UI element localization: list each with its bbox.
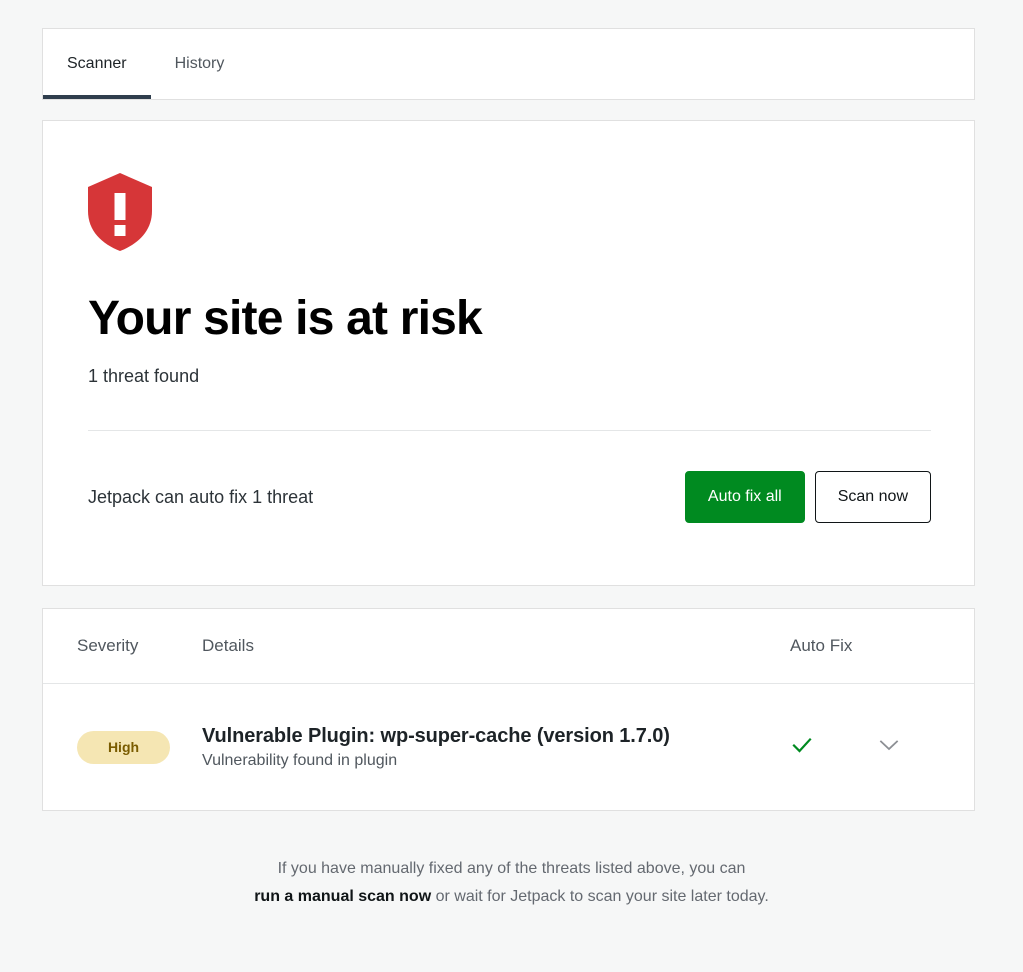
threats-table-header: Severity Details Auto Fix	[43, 609, 974, 684]
threats-table: Severity Details Auto Fix High Vulnerabl…	[42, 608, 975, 811]
action-row: Jetpack can auto fix 1 threat Auto fix a…	[88, 471, 931, 524]
manual-scan-footer: If you have manually fixed any of the th…	[0, 855, 1023, 912]
auto-fix-availability-text: Jetpack can auto fix 1 threat	[88, 486, 314, 507]
footer-line-2-suffix: or wait for Jetpack to scan your site la…	[431, 888, 769, 906]
scanner-page: Scanner History Your site is at risk 1 t…	[0, 0, 1023, 972]
table-row[interactable]: High Vulnerable Plugin: wp-super-cache (…	[43, 684, 974, 810]
threat-description: Vulnerability found in plugin	[202, 751, 398, 769]
tab-scanner-label: Scanner	[67, 55, 127, 72]
chevron-down-icon[interactable]	[876, 732, 902, 763]
threat-auto-fix-cell	[790, 732, 940, 763]
column-header-severity: Severity	[77, 636, 139, 655]
threat-severity-cell: High	[77, 730, 202, 764]
shield-alert-icon	[88, 173, 152, 251]
threat-count-text: 1 threat found	[88, 365, 200, 386]
action-buttons: Auto fix all Scan now	[684, 471, 931, 524]
check-icon	[790, 733, 814, 762]
tab-bar: Scanner History	[42, 28, 975, 100]
scan-now-button[interactable]: Scan now	[814, 471, 931, 524]
threat-title: Vulnerable Plugin: wp-super-cache (versi…	[202, 724, 670, 747]
threat-details-cell: Vulnerable Plugin: wp-super-cache (versi…	[202, 725, 790, 770]
scan-status-card: Your site is at risk 1 threat found Jetp…	[42, 120, 975, 586]
divider	[88, 430, 931, 432]
column-header-details: Details	[202, 636, 254, 655]
status-badge: High	[77, 730, 170, 764]
tab-history-label: History	[174, 55, 225, 72]
tab-history[interactable]: History	[151, 29, 249, 99]
auto-fix-all-label: Auto fix all	[707, 488, 782, 506]
scan-status-content: Your site is at risk 1 threat found Jetp…	[43, 121, 974, 524]
scan-now-label: Scan now	[837, 488, 908, 506]
footer-line-1: If you have manually fixed any of the th…	[277, 860, 746, 877]
auto-fix-all-button[interactable]: Auto fix all	[684, 471, 805, 524]
page-title: Your site is at risk	[88, 292, 483, 345]
footer-line-2: run a manual scan now or wait for Jetpac…	[0, 883, 1023, 911]
run-manual-scan-link[interactable]: run a manual scan now	[254, 888, 431, 905]
column-header-auto-fix: Auto Fix	[790, 636, 853, 655]
tab-scanner[interactable]: Scanner	[43, 29, 151, 99]
